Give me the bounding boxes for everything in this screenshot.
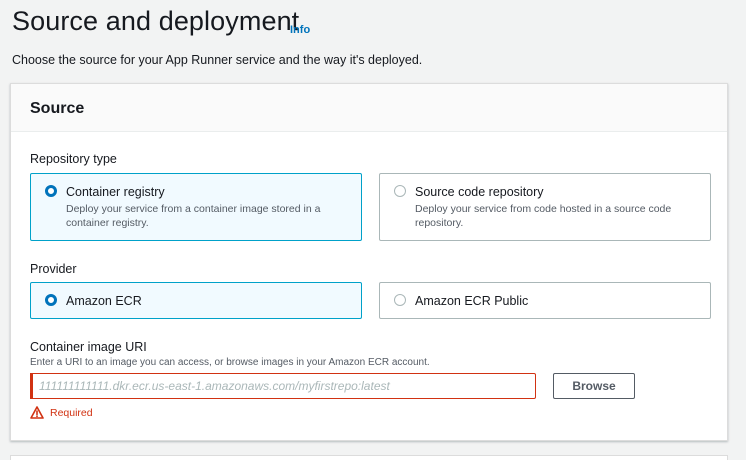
source-code-repository-description: Deploy your service from code hosted in … [415, 203, 672, 229]
source-panel-title: Source [30, 100, 85, 117]
repository-type-label: Repository type [30, 152, 117, 166]
input-error-indicator [30, 373, 33, 399]
browse-button[interactable]: Browse [553, 373, 635, 399]
error-text: Required [50, 406, 93, 419]
container-registry-radio[interactable] [45, 185, 57, 197]
provider-amazon-ecr-public-tile[interactable]: Amazon ECR Public [379, 282, 711, 319]
page-description: Choose the source for your App Runner se… [12, 53, 423, 67]
amazon-ecr-radio[interactable] [45, 294, 57, 306]
container-image-uri-label: Container image URI [30, 340, 147, 354]
warning-triangle-icon [30, 406, 44, 419]
page: Source and deployment Info Choose the so… [0, 0, 746, 460]
source-code-repository-radio[interactable] [394, 185, 406, 197]
amazon-ecr-public-title: Amazon ECR Public [415, 294, 529, 308]
source-code-repository-title: Source code repository [415, 185, 544, 199]
repository-type-container-registry-tile[interactable]: Container registry Deploy your service f… [30, 173, 362, 241]
provider-label: Provider [30, 262, 77, 276]
container-image-uri-description: Enter a URI to an image you can access, … [30, 357, 430, 368]
source-panel-header: Source [11, 84, 727, 132]
next-panel-edge [10, 455, 728, 460]
amazon-ecr-title: Amazon ECR [66, 294, 142, 308]
error-message: Required [30, 406, 93, 419]
page-title: Source and deployment [12, 6, 300, 36]
provider-amazon-ecr-tile[interactable]: Amazon ECR [30, 282, 362, 319]
amazon-ecr-public-radio[interactable] [394, 294, 406, 306]
container-registry-title: Container registry [66, 185, 165, 199]
container-image-uri-input[interactable] [30, 373, 536, 399]
repository-type-source-code-tile[interactable]: Source code repository Deploy your servi… [379, 173, 711, 241]
info-link[interactable]: Info [290, 24, 310, 36]
source-panel: Source Repository type Container registr… [10, 83, 728, 441]
container-registry-description: Deploy your service from a container ima… [66, 203, 321, 229]
